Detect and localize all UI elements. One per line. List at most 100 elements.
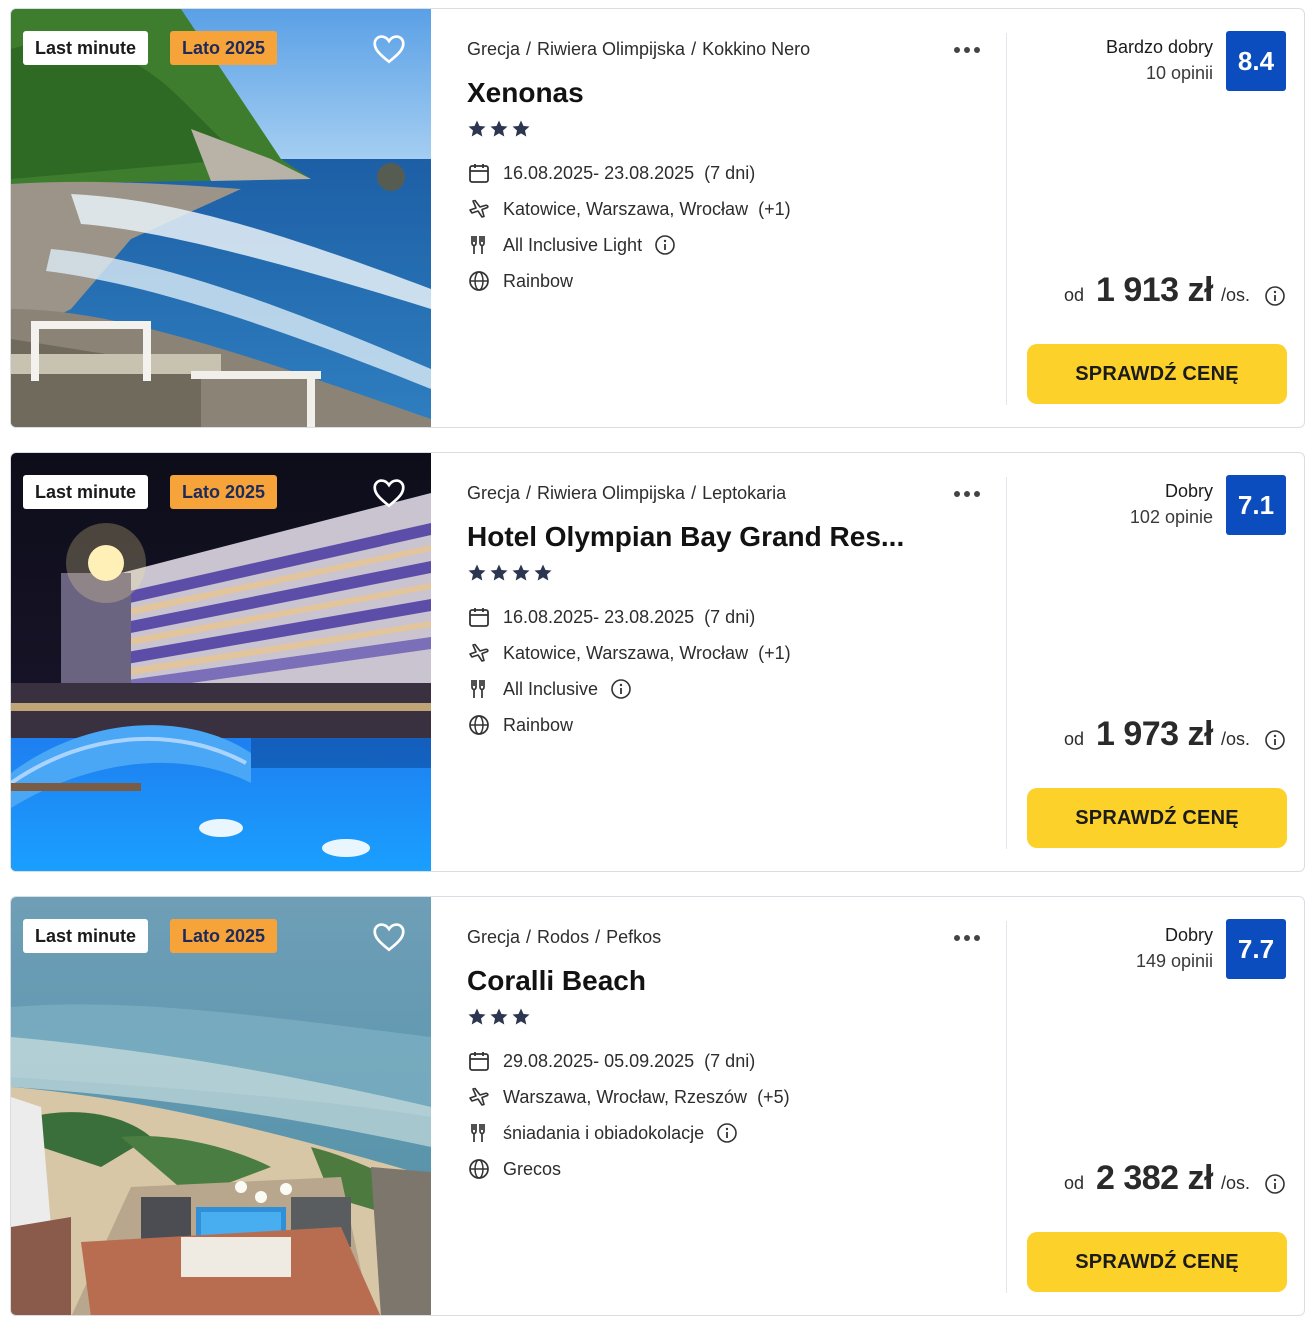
check-price-button[interactable]: SPRAWDŹ CENĘ — [1027, 1232, 1287, 1292]
star-icon — [490, 1008, 508, 1025]
info-icon[interactable] — [716, 1122, 738, 1144]
cutlery-icon — [471, 236, 485, 254]
duration-text: (7 dni) — [704, 1050, 756, 1071]
divider — [1006, 921, 1007, 1293]
departures-row: Katowice, Warszawa, Wrocław (+1) — [467, 197, 791, 221]
star-icon — [512, 564, 530, 581]
departures-row: Katowice, Warszawa, Wrocław (+1) — [467, 641, 791, 665]
dates-row: 29.08.2025- 05.09.2025 (7 dni) — [467, 1049, 755, 1073]
board-text: All Inclusive — [503, 678, 599, 699]
calendar-icon — [469, 164, 489, 183]
globe-icon — [469, 1159, 489, 1179]
offer-info: Grecja / Riwiera Olimpijska / Kokkino Nero X… — [467, 9, 1007, 427]
divider — [1006, 33, 1007, 405]
breadcrumb-region[interactable]: Riwiera Olimpijska — [537, 39, 685, 59]
breadcrumb-region[interactable]: Riwiera Olimpijska — [537, 483, 685, 503]
price-suffix: /os. — [1220, 1173, 1250, 1193]
reviews-count[interactable]: 149 opinii — [1136, 949, 1213, 973]
departures-row: Warszawa, Wrocław, Rzeszów (+5) — [467, 1085, 790, 1109]
heart-icon[interactable] — [371, 31, 407, 67]
price-amount: 2 382 zł — [1096, 1159, 1213, 1197]
breadcrumb-country[interactable]: Grecja — [467, 39, 520, 59]
price-amount: 1 973 zł — [1096, 715, 1213, 753]
cutlery-icon — [471, 680, 485, 698]
operator-row: Rainbow — [467, 269, 573, 293]
calendar-icon — [469, 608, 489, 627]
rating-score: 7.1 — [1226, 475, 1286, 535]
duration-text: (7 dni) — [704, 606, 756, 627]
more-dots-icon[interactable] — [947, 479, 987, 509]
price-prefix: od — [1063, 729, 1084, 749]
rating-block[interactable]: Dobry 149 opinii 7.7 — [1136, 919, 1286, 979]
globe-icon — [469, 271, 489, 291]
departures-more[interactable]: (+5) — [757, 1087, 790, 1108]
rating-label: Dobry — [1164, 925, 1213, 945]
breadcrumb-region[interactable]: Rodos — [537, 927, 589, 947]
hotel-photo[interactable]: Last minute Lato 2025 — [11, 9, 431, 427]
hotel-title[interactable]: Xenonas — [467, 77, 584, 109]
offer-card[interactable]: Last minute Lato 2025 Grecja / Rodos / Pefko… — [10, 896, 1305, 1316]
breadcrumb-city[interactable]: Kokkino Nero — [702, 39, 810, 59]
check-price-button[interactable]: SPRAWDŹ CENĘ — [1027, 788, 1287, 848]
dates-text: 16.08.2025- 23.08.2025 — [503, 162, 695, 183]
star-rating — [467, 119, 531, 139]
price-amount: 1 913 zł — [1096, 271, 1213, 309]
more-dots-icon[interactable] — [947, 923, 987, 953]
departures-text: Warszawa, Wrocław, Rzeszów — [503, 1086, 748, 1107]
rating-block[interactable]: Dobry 102 opinie 7.1 — [1130, 475, 1286, 535]
heart-icon[interactable] — [371, 919, 407, 955]
info-icon[interactable] — [1264, 1173, 1286, 1195]
star-icon — [490, 564, 508, 581]
info-icon[interactable] — [1264, 729, 1286, 751]
price-suffix: /os. — [1220, 285, 1250, 305]
breadcrumb: Grecja / Riwiera Olimpijska / Kokkino Nero — [467, 39, 811, 59]
info-icon[interactable] — [654, 234, 676, 256]
departures-more[interactable]: (+1) — [758, 199, 791, 220]
hotel-title[interactable]: Coralli Beach — [467, 965, 646, 997]
departures-text: Katowice, Warszawa, Wrocław — [503, 198, 749, 219]
reviews-count[interactable]: 10 opinii — [1106, 61, 1213, 85]
price-block: od 1 973 zł /os. — [1064, 715, 1286, 765]
breadcrumb-country[interactable]: Grecja — [467, 927, 520, 947]
reviews-count[interactable]: 102 opinie — [1130, 505, 1213, 529]
plane-icon — [469, 1087, 489, 1106]
heart-icon[interactable] — [371, 475, 407, 511]
offer-info: Grecja / Rodos / Pefkos Coralli Beach 29.08.… — [467, 897, 1007, 1315]
breadcrumb-country[interactable]: Grecja — [467, 483, 520, 503]
offer-card[interactable]: Last minute Lato 2025 Grecja / Riwiera Oli… — [10, 8, 1305, 428]
price-block: od 2 382 zł /os. — [1064, 1159, 1286, 1209]
calendar-icon — [469, 1052, 489, 1071]
offer-card[interactable]: Last minute Lato 2025 Grecja / Riwiera Oli… — [10, 452, 1305, 872]
last-minute-badge: Last minute — [23, 31, 149, 65]
hotel-photo[interactable]: Last minute Lato 2025 — [11, 453, 431, 871]
globe-icon — [469, 715, 489, 735]
board-row: All Inclusive Light — [467, 233, 676, 257]
hotel-title[interactable]: Hotel Olympian Bay Grand Res... — [467, 521, 904, 553]
breadcrumb: Grecja / Riwiera Olimpijska / Leptokaria — [467, 483, 787, 503]
cutlery-icon — [471, 1124, 485, 1142]
plane-icon — [469, 199, 489, 218]
hotel-photo[interactable]: Last minute Lato 2025 — [11, 897, 431, 1315]
rating-score: 8.4 — [1226, 31, 1286, 91]
rating-label: Dobry — [1164, 481, 1213, 501]
check-price-button[interactable]: SPRAWDŹ CENĘ — [1027, 344, 1287, 404]
price-prefix: od — [1063, 285, 1084, 305]
plane-icon — [469, 643, 489, 662]
breadcrumb-city[interactable]: Leptokaria — [702, 483, 786, 503]
departures-text: Katowice, Warszawa, Wrocław — [503, 642, 749, 663]
operator-text: Grecos — [503, 1158, 562, 1179]
offer-info: Grecja / Riwiera Olimpijska / Leptokaria Hot… — [467, 453, 1007, 871]
more-dots-icon[interactable] — [947, 35, 987, 65]
season-badge: Lato 2025 — [170, 31, 278, 65]
dates-row: 16.08.2025- 23.08.2025 (7 dni) — [467, 605, 755, 629]
price-prefix: od — [1063, 1173, 1084, 1193]
star-icon — [468, 120, 486, 137]
breadcrumb-city[interactable]: Pefkos — [606, 927, 661, 947]
info-icon[interactable] — [1264, 285, 1286, 307]
price-suffix: /os. — [1220, 729, 1250, 749]
dates-text: 16.08.2025- 23.08.2025 — [503, 606, 695, 627]
info-icon[interactable] — [610, 678, 632, 700]
departures-more[interactable]: (+1) — [758, 643, 791, 664]
rating-block[interactable]: Bardzo dobry 10 opinii 8.4 — [1106, 31, 1286, 91]
star-icon — [512, 120, 530, 137]
